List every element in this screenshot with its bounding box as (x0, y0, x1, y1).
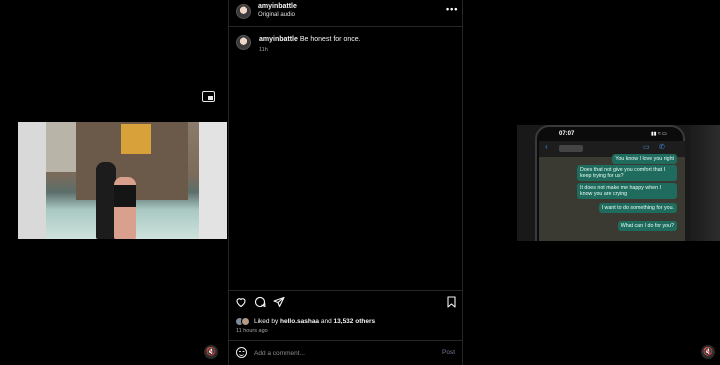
video-edge-shadow (690, 125, 720, 241)
comment-icon[interactable] (254, 296, 266, 308)
post-header: amyinbattle Original audio ••• (229, 0, 462, 27)
chat-bubble: Does that not give you comfort that I ke… (577, 165, 677, 181)
video-person (114, 177, 136, 239)
audio-label[interactable]: Original audio (258, 12, 295, 18)
video-background-tower (46, 122, 80, 172)
share-icon[interactable] (273, 296, 285, 308)
left-video-thumbnail[interactable] (18, 122, 227, 239)
chat-bubble: You know I love you right (612, 154, 677, 164)
picture-in-picture-icon[interactable] (202, 91, 215, 102)
avatar[interactable] (236, 4, 251, 19)
liked-by-user[interactable]: hello.sashaa (280, 318, 319, 325)
post-panel: amyinbattle Original audio ••• amyinbatt… (228, 0, 463, 365)
video-call-icon: ▭ (643, 144, 650, 151)
phone-screen: 07:07 ▮▮ ≈ ▭ ‹ ▭ ✆ You know I love you r… (535, 125, 685, 241)
video-person (96, 162, 116, 239)
mute-icon[interactable]: 🔇 (701, 345, 715, 359)
likes-count[interactable]: 13,532 others (334, 318, 376, 325)
heart-icon[interactable] (235, 296, 247, 308)
divider (229, 340, 462, 341)
chat-bubble: I want to do something for you. (598, 203, 677, 213)
comment-input[interactable] (254, 347, 424, 359)
mute-icon[interactable]: 🔇 (204, 345, 218, 359)
post-comment-button[interactable]: Post (442, 349, 455, 356)
caption-avatar[interactable] (236, 35, 251, 50)
avatar (241, 317, 250, 326)
more-options-button[interactable]: ••• (446, 4, 458, 14)
post-timestamp: 11 hours ago (236, 328, 268, 334)
phone-call-icon: ✆ (659, 144, 665, 151)
emoji-icon[interactable] (236, 347, 247, 358)
likes-summary: Liked by hello.sashaa and 13,532 others (254, 318, 375, 325)
phone-status-icons: ▮▮ ≈ ▭ (651, 131, 667, 137)
post-username[interactable]: amyinbattle (258, 3, 297, 10)
likes-middle: and (319, 318, 334, 325)
bookmark-icon[interactable] (446, 296, 457, 308)
likes-prefix: Liked by (254, 318, 281, 325)
post-caption: amyinbattle Be honest for once. (259, 36, 361, 43)
caption-text: Be honest for once. (299, 36, 361, 43)
caption-username[interactable]: amyinbattle (259, 36, 298, 43)
right-video-thumbnail[interactable]: 07:07 ▮▮ ≈ ▭ ‹ ▭ ✆ You know I love you r… (517, 125, 720, 241)
liked-by-avatars[interactable] (235, 317, 251, 327)
chat-bubble: What can I do for you? (617, 221, 677, 231)
video-background-sign (121, 124, 151, 154)
chevron-left-icon: ‹ (545, 142, 548, 151)
blurred-contact-name (559, 145, 583, 152)
phone-time: 07:07 (559, 131, 575, 137)
caption-time: 11h (259, 47, 268, 53)
divider (229, 290, 462, 291)
video-person-top (114, 185, 136, 207)
chat-bubble: It does not make me happy when I know yo… (577, 183, 677, 199)
left-video-panel[interactable]: 🔇 (0, 0, 228, 365)
video-letterbox (199, 122, 227, 239)
